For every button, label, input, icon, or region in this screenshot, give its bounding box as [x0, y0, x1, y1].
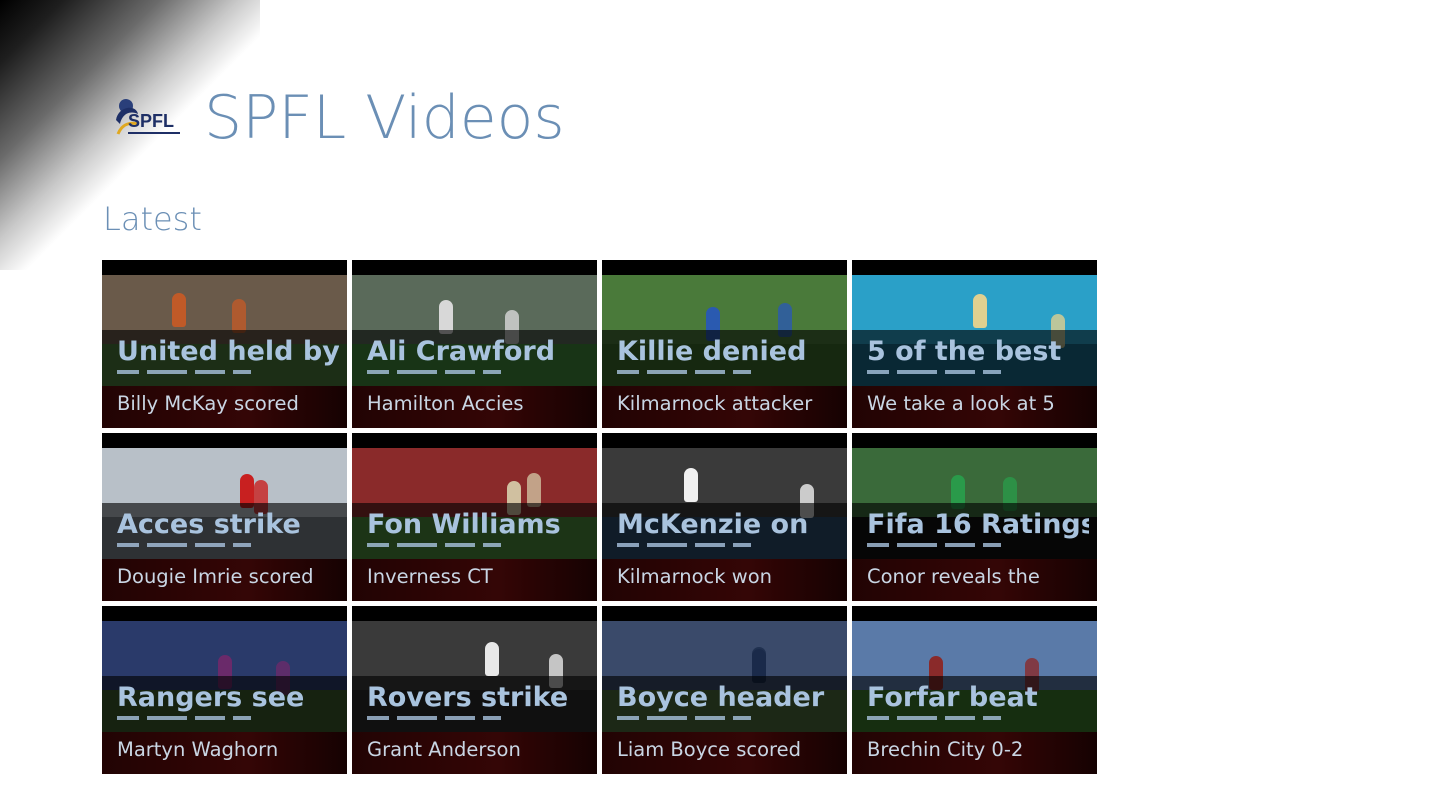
app-title: SPFL Videos	[204, 83, 565, 153]
video-title: Rangers see	[117, 682, 305, 713]
section-title-latest: Latest	[103, 200, 202, 238]
video-title: Forfar beat	[867, 682, 1038, 713]
video-subtitle: Dougie Imrie scored	[117, 565, 314, 588]
video-title: Fon Williams	[367, 509, 561, 540]
video-title-overflow	[617, 543, 839, 551]
svg-text:SPFL: SPFL	[128, 111, 174, 131]
video-tile[interactable]: 5 of the best We take a look at 5	[852, 260, 1097, 428]
video-subtitle: Hamilton Accies	[367, 392, 524, 415]
video-grid: United held by Billy McKay scored Ali Cr…	[102, 260, 1097, 774]
video-subtitle: Inverness CT	[367, 565, 493, 588]
video-subtitle: Grant Anderson	[367, 738, 521, 761]
video-tile[interactable]: Fifa 16 Ratings Conor reveals the	[852, 433, 1097, 601]
video-title: Ali Crawford	[367, 336, 556, 367]
video-subtitle: We take a look at 5	[867, 392, 1055, 415]
spfl-logo: SPFL	[116, 99, 180, 135]
video-title: Rovers strike	[367, 682, 569, 713]
video-title-overflow	[367, 716, 589, 724]
video-tile[interactable]: Rovers strike Grant Anderson	[352, 606, 597, 774]
video-title-overflow	[867, 716, 1089, 724]
video-title: Fifa 16 Ratings	[867, 509, 1089, 540]
video-subtitle: Kilmarnock attacker	[617, 392, 813, 415]
video-subtitle: Martyn Waghorn	[117, 738, 279, 761]
video-subtitle: Brechin City 0-2	[867, 738, 1024, 761]
video-subtitle: Billy McKay scored	[117, 392, 299, 415]
video-title-overflow	[617, 370, 839, 378]
video-title-overflow	[367, 543, 589, 551]
video-tile[interactable]: Rangers see Martyn Waghorn	[102, 606, 347, 774]
video-title: Acces strike	[117, 509, 301, 540]
app-header: SPFL SPFL Videos	[108, 82, 565, 154]
video-subtitle: Kilmarnock won	[617, 565, 772, 588]
video-subtitle: Liam Boyce scored	[617, 738, 801, 761]
video-title: Killie denied	[617, 336, 807, 367]
video-title-overflow	[117, 716, 339, 724]
video-title: United held by	[117, 336, 339, 367]
video-title-overflow	[617, 716, 839, 724]
video-tile[interactable]: Boyce header Liam Boyce scored	[602, 606, 847, 774]
video-title-overflow	[867, 543, 1089, 551]
video-title: 5 of the best	[867, 336, 1062, 367]
video-title-overflow	[867, 370, 1089, 378]
video-title-overflow	[117, 543, 339, 551]
video-subtitle: Conor reveals the	[867, 565, 1040, 588]
video-title-overflow	[367, 370, 589, 378]
video-title: Boyce header	[617, 682, 825, 713]
video-tile[interactable]: Ali Crawford Hamilton Accies	[352, 260, 597, 428]
video-tile[interactable]: Acces strike Dougie Imrie scored	[102, 433, 347, 601]
video-tile[interactable]: McKenzie on Kilmarnock won	[602, 433, 847, 601]
video-tile[interactable]: Fon Williams Inverness CT	[352, 433, 597, 601]
video-title-overflow	[117, 370, 339, 378]
video-tile[interactable]: Killie denied Kilmarnock attacker	[602, 260, 847, 428]
video-tile[interactable]: United held by Billy McKay scored	[102, 260, 347, 428]
video-title: McKenzie on	[617, 509, 809, 540]
video-tile[interactable]: Forfar beat Brechin City 0-2	[852, 606, 1097, 774]
